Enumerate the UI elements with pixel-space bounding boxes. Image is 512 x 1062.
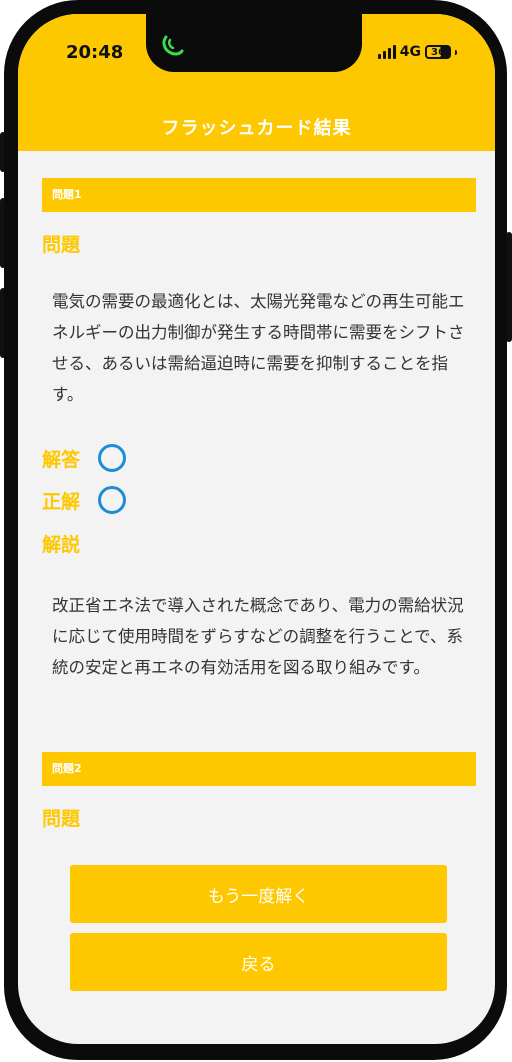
question-1-header: 問題1: [42, 178, 476, 212]
question-1-text: 電気の需要の最適化とは、太陽光発電などの再生可能エネルギーの出力制御が発生する時…: [52, 292, 465, 404]
explanation-text: 改正省エネ法で導入された概念であり、電力の需給状況に応じて使用時間をずらすなどの…: [52, 596, 464, 677]
battery-icon: 36: [425, 45, 451, 59]
question-2-header: 問題2: [42, 752, 476, 786]
question-1-label: 問題: [42, 234, 81, 256]
dynamic-island: [146, 14, 362, 72]
correct-label: 正解: [42, 490, 81, 513]
app-screen: 20:48 4G 36 フラッシュカード結果 問題1 問題 電気の需要の最適化と…: [18, 14, 495, 1044]
app-header: 20:48 4G 36 フラッシュカード結果: [18, 14, 495, 151]
status-indicators: 4G 36: [377, 44, 457, 60]
correct-answer-row: 正解: [42, 486, 127, 514]
retry-button[interactable]: もう一度解く: [70, 865, 447, 923]
answer-row: 解答: [42, 444, 127, 472]
signal-icon: [377, 45, 396, 59]
page-title: フラッシュカード結果: [161, 118, 352, 139]
back-button[interactable]: 戻る: [70, 933, 447, 991]
question-2-label: 問題: [42, 808, 81, 830]
correct-circle-icon: [98, 486, 127, 514]
battery-level: 36: [431, 46, 445, 58]
correct-circle-icon: [98, 444, 127, 472]
phone-call-icon: [162, 35, 184, 56]
network-type: 4G: [399, 44, 421, 60]
phone-frame: 20:48 4G 36 フラッシュカード結果 問題1 問題 電気の需要の最適化と…: [4, 0, 507, 1060]
status-time: 20:48: [66, 42, 124, 63]
answer-label: 解答: [42, 448, 81, 471]
explanation-label: 解説: [42, 534, 81, 556]
